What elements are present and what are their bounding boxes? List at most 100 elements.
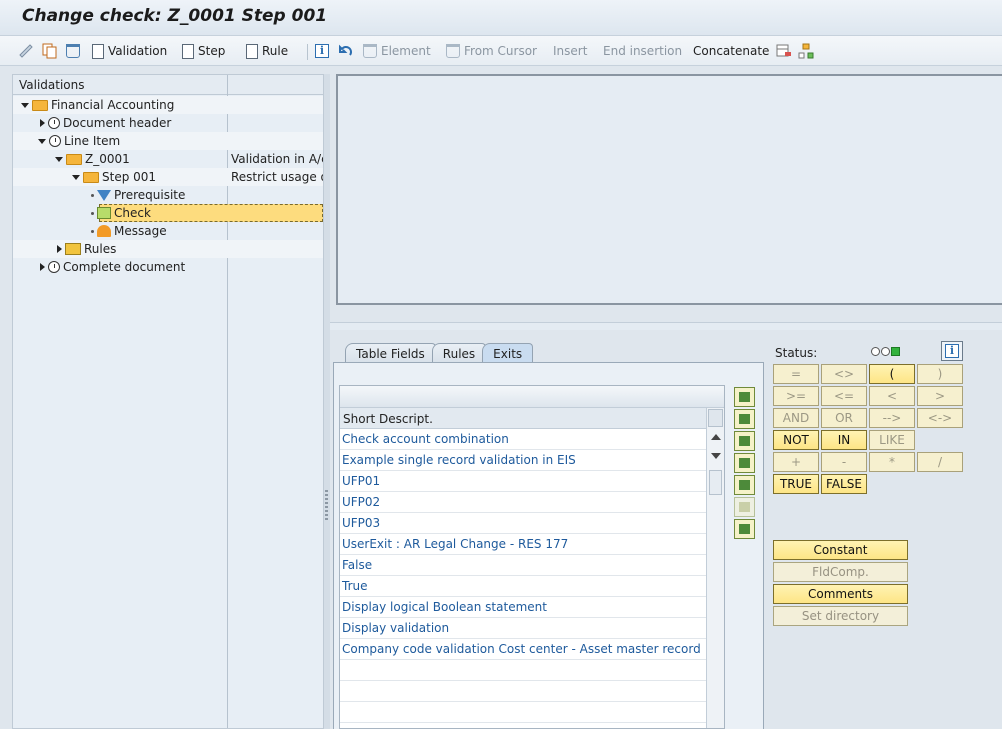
horizontal-splitter[interactable] <box>330 322 1002 330</box>
folder-open-icon <box>83 171 99 183</box>
constant-button[interactable]: Constant <box>773 540 908 560</box>
info-button[interactable]: i <box>315 41 329 61</box>
list-item[interactable]: Display validation <box>340 618 706 639</box>
list-item[interactable]: True <box>340 576 706 597</box>
op-divide-button[interactable]: / <box>917 452 963 472</box>
collapse-icon[interactable] <box>21 102 29 108</box>
insert-button[interactable]: Insert <box>553 41 587 61</box>
vertical-scrollbar[interactable] <box>706 408 724 728</box>
details-button[interactable] <box>734 519 755 539</box>
op-false-button[interactable]: FALSE <box>821 474 867 494</box>
new-step-button[interactable]: Step <box>182 41 225 61</box>
align-top-button[interactable] <box>734 387 755 407</box>
tree-node-complete-document[interactable]: Complete document <box>13 258 323 276</box>
op-less-button[interactable]: < <box>869 386 915 406</box>
list-item-label: UFP03 <box>342 516 381 530</box>
op-greater-equal-button[interactable]: >= <box>773 386 819 406</box>
op-open-paren-button[interactable]: ( <box>869 364 915 384</box>
op-less-equal-button[interactable]: <= <box>821 386 867 406</box>
collapse-icon[interactable] <box>72 174 80 180</box>
column-header[interactable]: Short Descript. <box>340 408 706 429</box>
list-item[interactable]: UFP01 <box>340 471 706 492</box>
op-true-button[interactable]: TRUE <box>773 474 819 494</box>
light-off-icon <box>871 347 880 356</box>
splitter-grip[interactable] <box>325 490 328 520</box>
leaf-bullet <box>91 211 94 215</box>
display-change-button[interactable] <box>18 41 34 61</box>
list-item[interactable]: Display logical Boolean statement <box>340 597 706 618</box>
copy-button[interactable] <box>42 41 58 61</box>
tree-node-z-0001[interactable]: Z_0001 Validation in A/c <box>13 150 323 168</box>
op-or-button[interactable]: OR <box>821 408 867 428</box>
align-bottom-button[interactable] <box>734 409 755 429</box>
hierarchy-button[interactable] <box>798 41 814 61</box>
table-remove-button[interactable] <box>776 41 792 61</box>
undo-button[interactable] <box>338 41 354 61</box>
op-not-equal-button[interactable]: <> <box>821 364 867 384</box>
find-next-button[interactable] <box>734 475 755 495</box>
element-button[interactable]: Element <box>363 41 431 61</box>
op-not-button[interactable]: NOT <box>773 430 819 450</box>
list-item-label: UFP02 <box>342 495 381 509</box>
field-comparison-button[interactable]: FldComp. <box>773 562 908 582</box>
trash-icon <box>66 44 80 58</box>
expand-icon[interactable] <box>57 245 62 253</box>
op-like-button[interactable]: LIKE <box>869 430 915 450</box>
op-close-paren-button[interactable]: ) <box>917 364 963 384</box>
collapse-icon[interactable] <box>38 138 46 144</box>
new-validation-button[interactable]: Validation <box>92 41 167 61</box>
comments-button[interactable]: Comments <box>773 584 908 604</box>
tree-node-prerequisite[interactable]: Prerequisite <box>13 186 323 204</box>
clock-icon <box>48 117 60 129</box>
vertical-splitter[interactable] <box>324 74 330 729</box>
status-info-button[interactable]: i <box>941 341 963 361</box>
delete-button[interactable] <box>66 41 80 61</box>
end-insertion-button[interactable]: End insertion <box>603 41 682 61</box>
list-item[interactable]: Example single record validation in EIS <box>340 450 706 471</box>
list-item[interactable]: False <box>340 555 706 576</box>
column-settings-corner[interactable] <box>708 409 723 427</box>
op-equivalent-button[interactable]: <-> <box>917 408 963 428</box>
expand-icon[interactable] <box>40 119 45 127</box>
op-and-button[interactable]: AND <box>773 408 819 428</box>
tree-node-label: Z_0001 <box>85 152 130 166</box>
op-multiply-button[interactable]: * <box>869 452 915 472</box>
from-cursor-button[interactable]: From Cursor <box>446 41 537 61</box>
op-greater-button[interactable]: > <box>917 386 963 406</box>
find-button[interactable] <box>734 453 755 473</box>
op-equals-button[interactable]: = <box>773 364 819 384</box>
back-button[interactable] <box>734 497 755 517</box>
tree-node-line-item[interactable]: Line Item <box>13 132 323 150</box>
new-rule-button[interactable]: Rule <box>246 41 288 61</box>
tree-node-message[interactable]: Message <box>13 222 323 240</box>
formula-editor[interactable] <box>336 74 1002 305</box>
tab-table-fields[interactable]: Table Fields <box>345 343 436 364</box>
tree-node-document-header[interactable]: Document header <box>13 114 323 132</box>
expand-icon[interactable] <box>40 263 45 271</box>
list-item[interactable]: UserExit : AR Legal Change - RES 177 <box>340 534 706 555</box>
collapse-icon[interactable] <box>55 156 63 162</box>
list-item[interactable]: Company code validation Cost center - As… <box>340 639 706 660</box>
list-item[interactable]: UFP03 <box>340 513 706 534</box>
op-minus-button[interactable]: - <box>821 452 867 472</box>
title-bar: Change check: Z_0001 Step 001 <box>0 0 1002 36</box>
scroll-down-icon[interactable] <box>711 453 721 459</box>
list-item[interactable]: UFP02 <box>340 492 706 513</box>
set-directory-button[interactable]: Set directory <box>773 606 908 626</box>
tools-button[interactable] <box>734 431 755 451</box>
list-item-label: UserExit : AR Legal Change - RES 177 <box>342 537 569 551</box>
scroll-thumb[interactable] <box>709 470 722 495</box>
concatenate-button[interactable]: Concatenate <box>693 41 769 61</box>
tree-node-step-001[interactable]: Step 001 Restrict usage of <box>13 168 323 186</box>
op-plus-button[interactable]: + <box>773 452 819 472</box>
tab-rules[interactable]: Rules <box>431 343 487 364</box>
tree-node-financial-accounting[interactable]: Financial Accounting <box>13 96 323 114</box>
tree-node-check[interactable]: Check <box>91 204 323 222</box>
tab-exits[interactable]: Exits <box>482 343 534 364</box>
op-implies-button[interactable]: --> <box>869 408 915 428</box>
list-item-label: UFP01 <box>342 474 381 488</box>
tree-node-rules[interactable]: Rules <box>13 240 323 258</box>
scroll-up-icon[interactable] <box>711 434 721 440</box>
list-item[interactable]: Check account combination <box>340 429 706 450</box>
op-in-button[interactable]: IN <box>821 430 867 450</box>
